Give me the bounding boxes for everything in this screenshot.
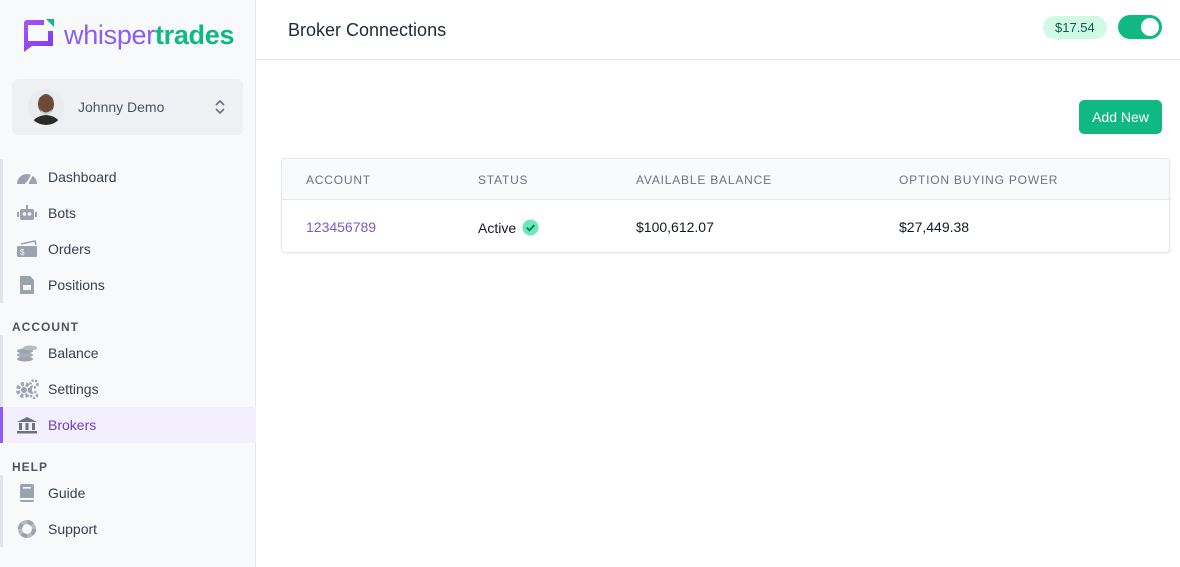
- nav-account: Balance Settings Brokers: [0, 335, 256, 443]
- status-text: Active: [478, 220, 517, 236]
- user-name: Johnny Demo: [78, 99, 165, 115]
- check-circle-icon: [522, 219, 539, 236]
- gauge-icon: [15, 167, 39, 187]
- sidebar-item-dashboard[interactable]: Dashboard: [3, 159, 256, 195]
- coins-icon: [15, 343, 39, 363]
- mode-toggle[interactable]: [1118, 15, 1162, 39]
- sidebar-item-orders[interactable]: $ Orders: [3, 231, 256, 267]
- user-switcher[interactable]: Johnny Demo: [12, 79, 243, 135]
- ticket-icon: $: [15, 239, 39, 259]
- sidebar-item-label: Guide: [48, 485, 86, 501]
- sidebar-item-balance[interactable]: Balance: [3, 335, 256, 371]
- account-link[interactable]: 123456789: [306, 219, 376, 235]
- sidebar: whispertrades Johnny Demo Dashboard Bots…: [0, 0, 256, 567]
- available-balance-cell: $100,612.07: [636, 219, 714, 235]
- chevron-up-down-icon: [215, 99, 225, 115]
- sidebar-item-label: Bots: [48, 205, 77, 221]
- sidebar-item-bots[interactable]: Bots: [3, 195, 256, 231]
- sidebar-item-label: Orders: [48, 241, 91, 257]
- chat-bubble-logo-icon: [24, 19, 54, 52]
- document-icon: [15, 275, 39, 295]
- toggle-knob: [1141, 18, 1159, 36]
- status-cell: Active: [478, 219, 539, 236]
- brand-part1: whisper: [64, 19, 155, 50]
- sidebar-item-positions[interactable]: Positions: [3, 267, 256, 303]
- sidebar-item-label: Support: [48, 521, 98, 537]
- nav-main: Dashboard Bots $ Orders Positions: [0, 159, 256, 303]
- gears-icon: [15, 379, 39, 399]
- column-header-option-buying-power: OPTION BUYING POWER: [899, 173, 1059, 187]
- sidebar-item-label: Positions: [48, 277, 105, 293]
- option-buying-power-cell: $27,449.38: [899, 219, 970, 235]
- sidebar-item-support[interactable]: Support: [3, 511, 256, 547]
- top-header: Broker Connections $17.54: [256, 0, 1180, 60]
- column-header-account: ACCOUNT: [306, 173, 371, 187]
- column-header-status: STATUS: [478, 173, 529, 187]
- book-icon: [15, 483, 39, 503]
- nav-help: Guide Support: [0, 475, 256, 547]
- section-label-account: ACCOUNT: [12, 320, 79, 334]
- page-title: Broker Connections: [288, 20, 447, 40]
- brand-part2: trades: [154, 19, 235, 50]
- sidebar-item-label: Balance: [48, 345, 99, 361]
- broker-table: ACCOUNT STATUS AVAILABLE BALANCE OPTION …: [281, 158, 1170, 253]
- lifebuoy-icon: [15, 519, 39, 539]
- column-header-available-balance: AVAILABLE BALANCE: [636, 173, 772, 187]
- table-row: 123456789 Active $100,612.07 $27,449.38: [282, 200, 1169, 252]
- logo[interactable]: whispertrades: [20, 17, 234, 53]
- balance-badge: $17.54: [1043, 16, 1107, 39]
- sidebar-item-label: Settings: [48, 381, 99, 397]
- svg-text:$: $: [20, 248, 25, 257]
- bank-icon: [15, 415, 39, 435]
- sidebar-item-brokers[interactable]: Brokers: [0, 407, 256, 443]
- table-header: ACCOUNT STATUS AVAILABLE BALANCE OPTION …: [282, 159, 1169, 200]
- robot-icon: [15, 203, 39, 223]
- sidebar-item-guide[interactable]: Guide: [3, 475, 256, 511]
- avatar: [28, 89, 64, 125]
- section-label-help: HELP: [12, 460, 49, 474]
- sidebar-item-label: Brokers: [48, 417, 97, 433]
- add-new-button[interactable]: Add New: [1079, 100, 1162, 134]
- sidebar-item-settings[interactable]: Settings: [3, 371, 256, 407]
- sidebar-item-label: Dashboard: [48, 169, 117, 185]
